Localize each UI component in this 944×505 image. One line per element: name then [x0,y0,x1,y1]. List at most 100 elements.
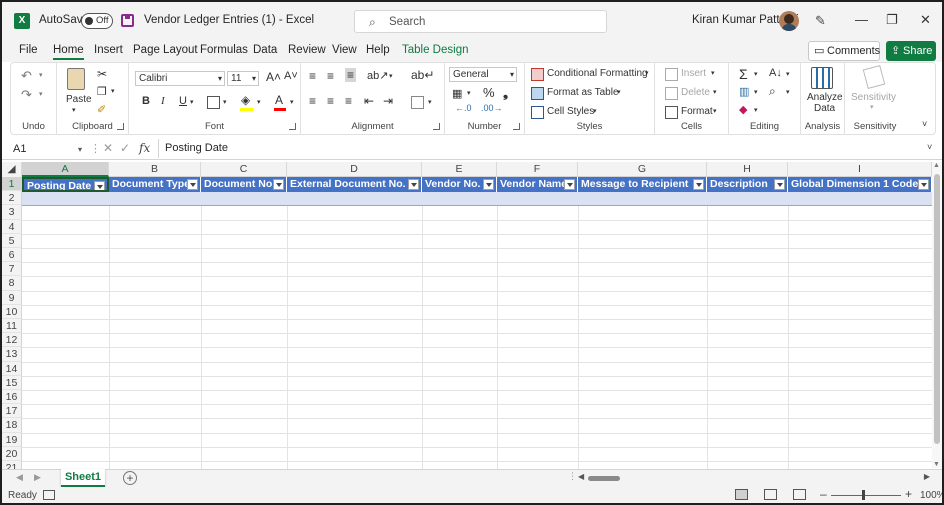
decrease-indent-icon[interactable]: ⇤ [364,94,374,108]
copy-dropdown-icon[interactable]: ▾ [111,87,115,95]
formula-input[interactable]: Posting Date [158,139,928,158]
filter-dropdown-icon[interactable] [693,179,704,190]
number-dialog-launcher-icon[interactable] [513,123,520,130]
tab-page-layout[interactable]: Page Layout [133,44,198,56]
sort-filter-icon[interactable]: A↓ [769,67,782,79]
conditional-dropdown-icon[interactable]: ▾ [645,69,649,77]
autosum-icon[interactable]: Σ [739,66,748,82]
format-button[interactable]: Format [681,106,713,117]
tab-formulas[interactable]: Formulas [200,44,248,56]
decrease-decimal-icon[interactable]: .00→ [481,103,503,113]
align-middle-icon[interactable]: ≡ [327,69,334,83]
tab-review[interactable]: Review [288,44,326,56]
fill-color-dropdown-icon[interactable]: ▾ [257,98,261,106]
align-top-icon[interactable]: ≡ [309,69,316,83]
sort-dropdown-icon[interactable]: ▾ [786,70,790,78]
table-header-document-type[interactable]: Document Type [109,177,201,192]
fill-dropdown-icon[interactable]: ▾ [754,88,758,96]
horizontal-scrollbar[interactable]: ◀ ▶ [578,472,930,484]
row-header-10[interactable]: 10 [2,304,22,319]
filter-dropdown-icon[interactable] [564,179,575,190]
align-right-icon[interactable]: ≡ [345,94,352,108]
tab-file[interactable]: File [19,44,38,56]
table-header-external-document-no[interactable]: External Document No. [287,177,422,192]
orientation-dropdown-icon[interactable]: ▾ [389,72,393,80]
comma-icon[interactable]: ❟ [503,85,508,101]
pen-icon[interactable]: ✎ [815,13,826,29]
analyze-label-line1[interactable]: Analyze [807,92,843,103]
table-header-vendor-name[interactable]: Vendor Name [497,177,578,192]
share-button[interactable]: ⇪ Share [886,41,936,61]
autosum-dropdown-icon[interactable]: ▾ [754,70,758,78]
zoom-slider-thumb[interactable] [862,490,865,500]
collapse-ribbon-icon[interactable]: ˅ [922,119,927,129]
underline-button[interactable]: U [179,95,187,107]
scroll-down-icon[interactable]: ▼ [933,461,940,468]
font-color-dropdown-icon[interactable]: ▾ [290,98,294,106]
decrease-font-icon[interactable]: A˅ [284,70,298,82]
sheet-tab-sheet1[interactable]: Sheet1 [61,469,105,487]
column-header-g[interactable]: G [578,162,707,177]
table-header-document-no[interactable]: Document No. [201,177,287,192]
autosave-toggle[interactable]: Off [81,13,113,29]
filter-dropdown-icon[interactable] [408,179,419,190]
delete-button[interactable]: Delete [681,87,710,98]
font-dialog-launcher-icon[interactable] [289,123,296,130]
row-header-11[interactable]: 11 [2,319,22,334]
bold-button[interactable]: B [142,95,150,107]
add-sheet-button[interactable]: + [123,471,137,485]
borders-icon[interactable] [207,96,220,109]
tab-help[interactable]: Help [366,44,390,56]
percent-button[interactable]: % [483,85,495,100]
italic-button[interactable]: I [161,95,165,107]
insert-dropdown-icon[interactable]: ▾ [711,69,715,77]
paste-label[interactable]: Paste [66,94,92,105]
accessibility-icon[interactable] [43,490,55,500]
row-header-7[interactable]: 7 [2,262,22,277]
currency-icon[interactable]: ▦ [452,87,462,100]
find-dropdown-icon[interactable]: ▾ [786,88,790,96]
clear-dropdown-icon[interactable]: ▾ [754,106,758,114]
row-header-13[interactable]: 13 [2,347,22,362]
undo-icon[interactable]: ↶ [21,68,32,84]
zoom-slider[interactable] [831,495,901,496]
horizontal-scroll-thumb[interactable] [588,476,620,481]
table-header-posting-date[interactable]: Posting Date [22,177,109,192]
row-header-4[interactable]: 4 [2,219,22,234]
name-box[interactable]: A1 ▾ [10,141,84,158]
page-layout-view-icon[interactable] [764,489,777,500]
zoom-level[interactable]: 100% [920,490,942,501]
more-options-icon[interactable]: ⋮ [90,142,101,155]
comments-button[interactable]: ▭ Comments [808,41,880,61]
format-as-table-button[interactable]: Format as Table [547,87,619,98]
search-box[interactable]: ⌕ Search [354,10,607,33]
column-header-i[interactable]: I [788,162,932,177]
scroll-left-icon[interactable]: ◀ [578,472,584,481]
insert-button[interactable]: Insert [681,68,706,79]
column-header-c[interactable]: C [201,162,287,177]
column-header-a[interactable]: A [22,162,109,177]
format-painter-icon[interactable]: ✐ [97,103,106,116]
row-header-15[interactable]: 15 [2,375,22,390]
column-header-f[interactable]: F [497,162,578,177]
undo-dropdown-icon[interactable]: ▾ [39,71,43,79]
tab-home[interactable]: Home [53,44,84,60]
fill-icon[interactable]: ▥ [739,85,749,98]
copy-icon[interactable]: ❐ [97,85,107,98]
cancel-icon[interactable]: ✕ [103,141,113,155]
number-format-select[interactable]: General ▾ [449,67,517,82]
filter-dropdown-icon[interactable] [483,179,494,190]
merge-center-icon[interactable] [411,96,424,109]
expand-formula-bar-icon[interactable]: ˅ [927,142,932,152]
analyze-label-line2[interactable]: Data [814,103,835,114]
row-header-19[interactable]: 19 [2,432,22,447]
fill-color-icon[interactable]: ◈ [241,93,250,107]
previous-sheet-icon[interactable]: ◀ [16,472,23,483]
page-break-view-icon[interactable] [793,489,806,500]
sensitivity-icon[interactable] [862,65,886,89]
row-header-20[interactable]: 20 [2,446,22,461]
row-header-2[interactable]: 2 [2,191,22,206]
column-header-b[interactable]: B [109,162,201,177]
filter-dropdown-icon[interactable] [273,179,284,190]
font-name-select[interactable]: Calibri ▾ [135,71,225,86]
